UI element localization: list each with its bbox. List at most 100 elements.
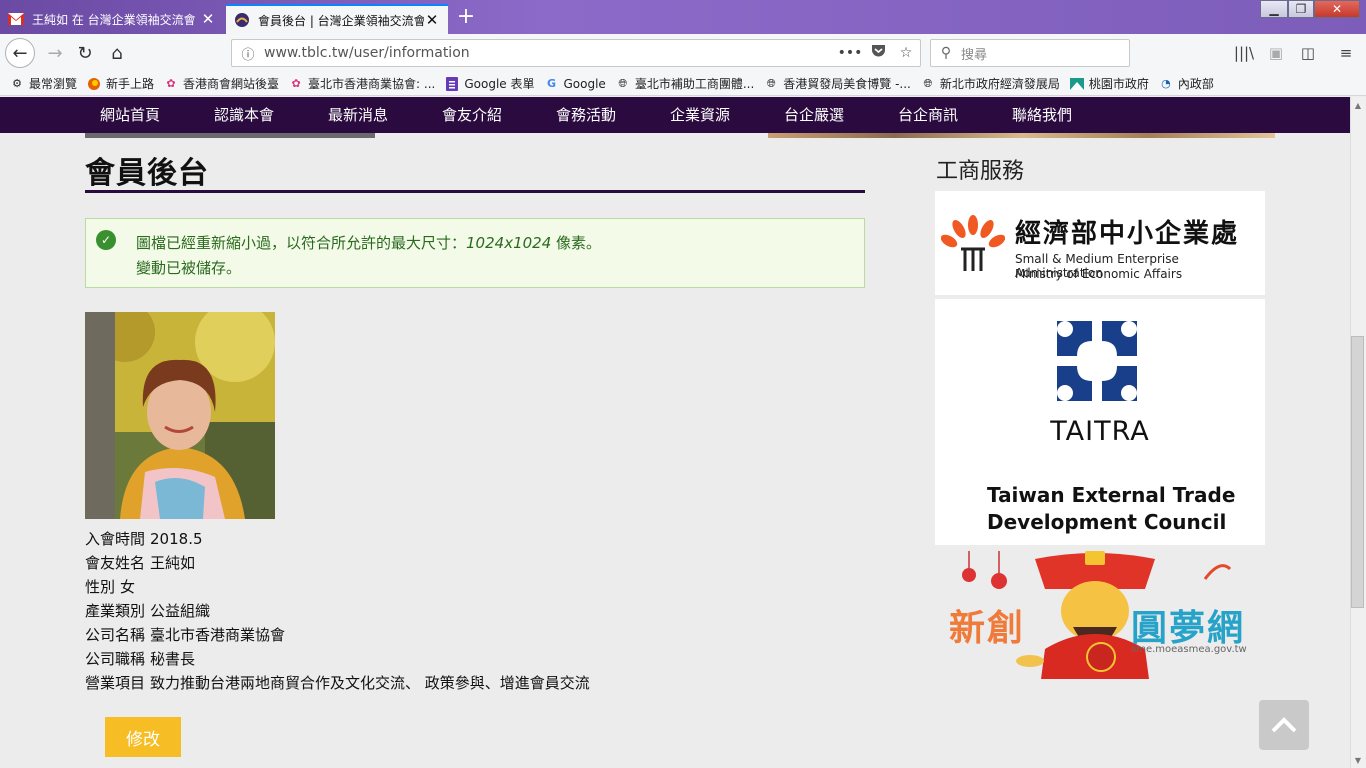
bookmark-item[interactable]: 新手上路 bbox=[87, 75, 154, 92]
bauhinia-icon: ✿ bbox=[291, 77, 301, 90]
browser-navbar: ← → ↻ ⌂ ⓘ www.tblc.tw/user/information •… bbox=[0, 34, 1366, 72]
menu-icon[interactable]: ≡ bbox=[1335, 42, 1357, 64]
page-title: 會員後台 bbox=[85, 156, 209, 191]
info-row: 入會時間 2018.5 bbox=[85, 530, 203, 548]
library-icon[interactable]: |||\ bbox=[1233, 42, 1255, 64]
sme-logo-icon bbox=[941, 215, 1005, 271]
check-icon: ✓ bbox=[96, 230, 116, 250]
pocket-icon[interactable] bbox=[864, 44, 892, 62]
status-line-2: 變動已被儲存。 bbox=[136, 259, 242, 277]
edit-button[interactable]: 修改 bbox=[105, 717, 181, 757]
gmail-icon bbox=[8, 11, 24, 27]
nav-home[interactable]: 網站首頁 bbox=[100, 97, 160, 133]
bookmark-item[interactable]: 桃園市政府 bbox=[1069, 75, 1149, 92]
tab-title: 王純如 在 台灣企業領袖交流會 bbox=[32, 12, 196, 27]
info-row: 公司名稱 臺北市香港商業協會 bbox=[85, 626, 286, 644]
taitra-name: TAITRA bbox=[1050, 416, 1150, 447]
nav-about[interactable]: 認識本會 bbox=[214, 97, 274, 133]
bookmark-item[interactable]: 🌐︎ 臺北市補助工商團體... bbox=[616, 75, 754, 92]
taitra-link[interactable]: TAITRA Taiwan External Trade Development… bbox=[935, 299, 1265, 545]
nav-members[interactable]: 會友介紹 bbox=[442, 97, 502, 133]
sme-administration-link[interactable]: 經濟部中小企業處 Small & Medium Enterprise Admin… bbox=[935, 191, 1265, 295]
nav-selection[interactable]: 台企嚴選 bbox=[784, 97, 844, 133]
nav-business-news[interactable]: 台企商訊 bbox=[898, 97, 958, 133]
bauhinia-icon: ✿ bbox=[166, 77, 176, 90]
forms-icon bbox=[445, 76, 459, 91]
scroll-down-icon[interactable]: ▼ bbox=[1351, 753, 1365, 767]
bookmark-item[interactable]: Google 表單 bbox=[445, 75, 535, 92]
taitra-desc: Taiwan External Trade bbox=[987, 483, 1236, 507]
info-row: 性別女 bbox=[85, 578, 136, 596]
browser-tab-active[interactable]: 會員後台 | 台灣企業領袖交流會 ✕ bbox=[226, 4, 448, 34]
member-photo bbox=[85, 312, 275, 519]
scrollbar-thumb[interactable] bbox=[1351, 336, 1364, 608]
scroll-to-top-button[interactable] bbox=[1259, 700, 1309, 750]
site-main-nav: 網站首頁 認識本會 最新消息 會友介紹 會務活動 企業資源 台企嚴選 台企商訊 … bbox=[0, 97, 1350, 133]
search-placeholder: 搜尋 bbox=[961, 47, 988, 63]
dream-url: sme.moeasmea.gov.tw bbox=[1131, 644, 1247, 655]
bookmark-item[interactable]: G Google bbox=[545, 77, 606, 91]
moi-icon: ◔ bbox=[1161, 77, 1171, 90]
forward-icon[interactable]: → bbox=[40, 38, 70, 68]
chevron-up-icon bbox=[1271, 717, 1297, 733]
bookmark-item[interactable]: ✿ 香港商會網站後臺 bbox=[164, 75, 279, 92]
tab-title: 會員後台 | 台灣企業領袖交流會 bbox=[258, 13, 424, 28]
sidebar-toggle-icon[interactable]: ◫ bbox=[1297, 42, 1319, 64]
search-icon: ⚲ bbox=[940, 45, 952, 61]
sme-name-cn: 經濟部中小企業處 bbox=[1015, 219, 1240, 249]
banner-image bbox=[768, 133, 1275, 138]
member-info: 入會時間 2018.5 會友姓名 王純如 性別女 產業類別 公益組織 公司名稱 臺北市香… bbox=[85, 527, 595, 695]
url-text[interactable]: www.tblc.tw/user/information bbox=[264, 45, 836, 61]
close-tab-icon[interactable]: ✕ bbox=[424, 11, 440, 29]
bookmark-item[interactable]: ✿ 臺北市香港商業協會: ... bbox=[289, 75, 435, 92]
flag-icon bbox=[1069, 77, 1084, 91]
reload-icon[interactable]: ↻ bbox=[70, 38, 100, 68]
maximize-icon[interactable]: ❐ bbox=[1288, 0, 1314, 18]
scroll-up-icon[interactable]: ▲ bbox=[1351, 98, 1365, 112]
sidebar-title: 工商服務 bbox=[936, 159, 1025, 184]
info-row: 公司職稱 秘書長 bbox=[85, 650, 196, 668]
browser-titlebar: 王純如 在 台灣企業領袖交流會 ✕ 會員後台 | 台灣企業領袖交流會 ✕ + ▁… bbox=[0, 0, 1366, 34]
nav-news[interactable]: 最新消息 bbox=[328, 97, 388, 133]
info-row: 產業類別 公益組織 bbox=[85, 602, 211, 620]
url-bar[interactable]: ⓘ www.tblc.tw/user/information ••• ☆ bbox=[231, 39, 921, 67]
extension-icon[interactable]: ▣ bbox=[1265, 42, 1287, 64]
bookmark-item[interactable]: 🌐︎ 新北市政府經濟發展局 bbox=[921, 75, 1059, 92]
page-actions-icon[interactable]: ••• bbox=[836, 45, 864, 61]
gear-icon: ⚙ bbox=[12, 77, 22, 90]
bookmark-item[interactable]: ◔ 內政部 bbox=[1159, 75, 1214, 92]
status-line-1: 圖檔已經重新縮小過，以符合所允許的最大尺寸：1024x1024 像素。 bbox=[136, 234, 602, 252]
bookmark-item[interactable]: 🌐︎ 香港貿發局美食博覽 -... bbox=[764, 75, 911, 92]
firefox-icon bbox=[87, 77, 101, 91]
nav-activities[interactable]: 會務活動 bbox=[556, 97, 616, 133]
sme-ministry: Ministry of Economic Affairs bbox=[1015, 267, 1183, 281]
site-icon bbox=[234, 12, 250, 28]
home-icon[interactable]: ⌂ bbox=[102, 38, 132, 68]
bookmark-star-icon[interactable]: ☆ bbox=[892, 45, 920, 61]
globe-icon: 🌐︎ bbox=[618, 76, 628, 90]
dream-text-left: 新創 bbox=[949, 608, 1026, 649]
close-tab-icon[interactable]: ✕ bbox=[200, 10, 216, 28]
banner-image bbox=[85, 133, 375, 138]
info-row: 營業項目 致力推動台港兩地商貿合作及文化交流、 政策參與、增進會員交流 bbox=[85, 674, 590, 692]
startup-dream-link[interactable]: 新創 圓夢網 sme.moeasmea.gov.tw bbox=[935, 549, 1265, 679]
window-controls: ▁ ❐ ✕ bbox=[1260, 0, 1360, 18]
taitra-logo-icon bbox=[1057, 321, 1137, 401]
nav-resources[interactable]: 企業資源 bbox=[670, 97, 730, 133]
globe-icon: 🌐︎ bbox=[923, 76, 933, 90]
info-icon[interactable]: ⓘ bbox=[232, 44, 264, 63]
google-icon: G bbox=[546, 77, 557, 90]
title-divider bbox=[85, 190, 865, 193]
search-field[interactable]: ⚲ 搜尋 bbox=[930, 39, 1130, 67]
new-tab-icon[interactable]: + bbox=[454, 6, 478, 28]
web-page: 網站首頁 認識本會 最新消息 會友介紹 會務活動 企業資源 台企嚴選 台企商訊 … bbox=[0, 97, 1350, 768]
info-row: 會友姓名 王純如 bbox=[85, 554, 196, 572]
globe-icon: 🌐︎ bbox=[766, 76, 776, 90]
close-window-icon[interactable]: ✕ bbox=[1314, 0, 1360, 18]
browser-tab-gmail[interactable]: 王純如 在 台灣企業領袖交流會 ✕ bbox=[0, 4, 224, 34]
back-icon[interactable]: ← bbox=[5, 38, 35, 68]
nav-contact[interactable]: 聯絡我們 bbox=[1012, 97, 1072, 133]
bookmark-item[interactable]: ⚙ 最常瀏覽 bbox=[10, 75, 77, 92]
minimize-icon[interactable]: ▁ bbox=[1260, 0, 1288, 18]
bookmarks-toolbar: ⚙ 最常瀏覽 新手上路 ✿ 香港商會網站後臺 ✿ 臺北市香港商業協會: ... Goo… bbox=[0, 72, 1366, 96]
